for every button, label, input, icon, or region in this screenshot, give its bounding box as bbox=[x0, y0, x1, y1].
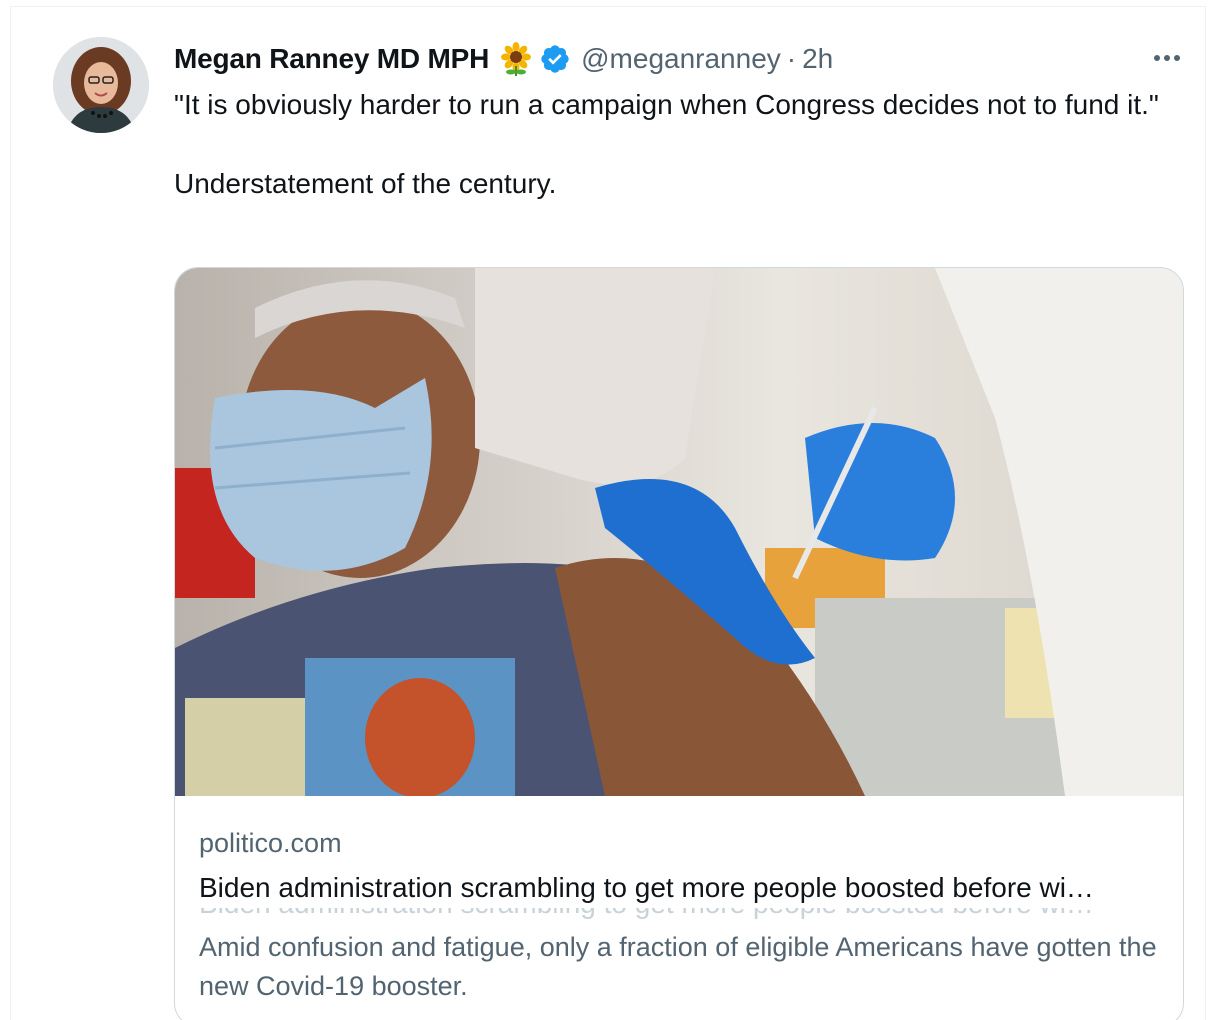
link-card[interactable]: politico.com Biden administration scramb… bbox=[174, 267, 1184, 1020]
tweet-header: Megan Ranney MD MPH @meganranney · 2h bbox=[174, 39, 833, 79]
card-image[interactable] bbox=[175, 268, 1183, 798]
tweet-text-comment: Understatement of the century. bbox=[174, 168, 557, 199]
header-separator: · bbox=[786, 43, 797, 74]
sunflower-icon bbox=[499, 42, 533, 76]
more-horizontal-icon[interactable] bbox=[1147, 43, 1187, 73]
card-meta: politico.com Biden administration scramb… bbox=[199, 826, 1159, 1006]
tweet-text: "It is obviously harder to run a campaig… bbox=[174, 85, 1164, 203]
verified-badge-icon bbox=[539, 43, 571, 75]
author-handle[interactable]: @meganranney bbox=[581, 43, 781, 75]
avatar[interactable] bbox=[53, 37, 149, 133]
card-description: Amid confusion and fatigue, only a fract… bbox=[199, 932, 1157, 1001]
tweet-text-quote: "It is obviously harder to run a campaig… bbox=[174, 89, 1159, 120]
display-name[interactable]: Megan Ranney MD MPH bbox=[174, 43, 489, 75]
card-title-overflow-text: Biden administration scrambling to get m… bbox=[199, 908, 1159, 922]
card-domain: politico.com bbox=[199, 828, 342, 858]
tweet-timestamp[interactable]: 2h bbox=[802, 43, 833, 75]
card-title: Biden administration scrambling to get m… bbox=[199, 872, 1094, 903]
tweet[interactable]: Megan Ranney MD MPH @meganranney · 2h "I… bbox=[10, 6, 1206, 1020]
card-title-overflow: Biden administration scrambling to get m… bbox=[199, 908, 1159, 922]
